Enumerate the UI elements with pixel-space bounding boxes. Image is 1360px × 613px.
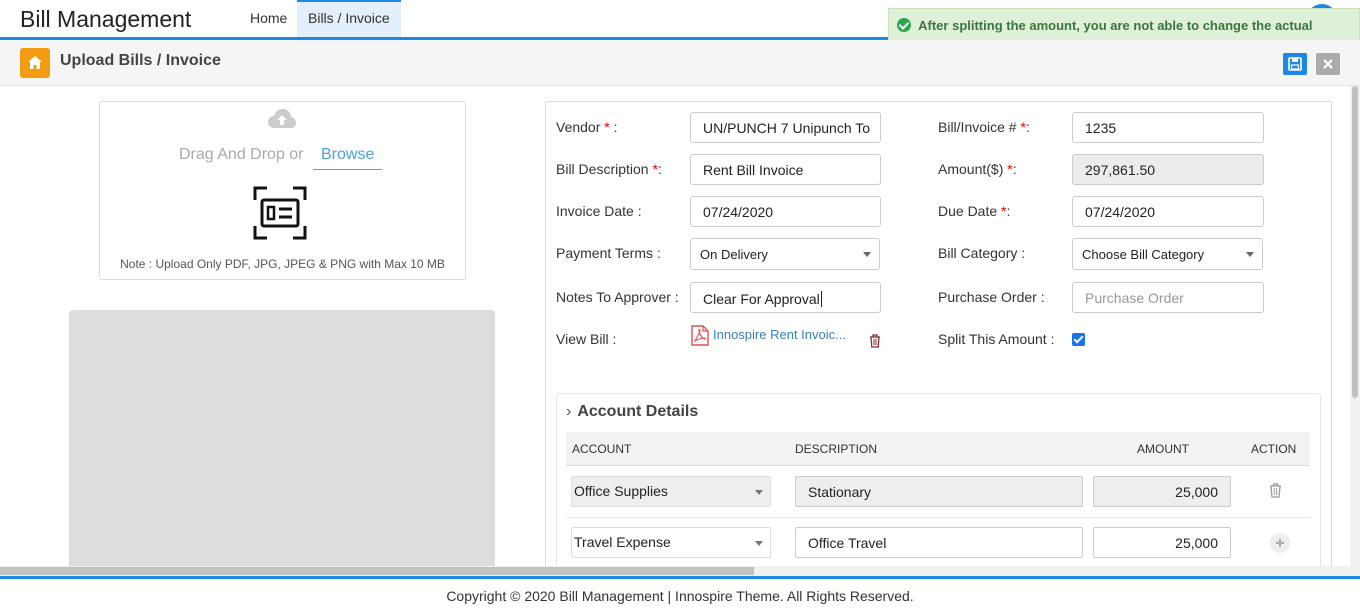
vertical-scrollbar[interactable] — [1350, 86, 1360, 566]
bill-category-select[interactable]: Choose Bill Category — [1072, 238, 1263, 270]
vertical-scroll-thumb[interactable] — [1352, 86, 1358, 398]
description-field[interactable]: Office Travel — [795, 527, 1083, 558]
amount-field[interactable]: 297,861.50 — [1072, 154, 1264, 185]
amount-field[interactable]: 25,000 — [1093, 527, 1231, 558]
bill-category-label: Bill Category : — [938, 245, 1026, 261]
bill-category-value: Choose Bill Category — [1082, 247, 1205, 262]
view-bill-label: View Bill : — [556, 331, 617, 347]
bill-number-label: Bill/Invoice # *: — [938, 119, 1030, 135]
pdf-file-icon — [691, 325, 709, 346]
column-action: ACTION — [1251, 442, 1297, 456]
bill-preview — [69, 310, 495, 570]
account-value: Travel Expense — [574, 534, 671, 550]
due-date-label: Due Date *: — [938, 203, 1011, 219]
bill-description-field[interactable]: Rent Bill Invoice — [690, 154, 881, 185]
chevron-down-icon — [863, 252, 871, 257]
description-field[interactable]: Stationary — [795, 476, 1083, 507]
invoice-date-field[interactable]: 07/24/2020 — [690, 196, 881, 227]
page-title: Upload Bills / Invoice — [60, 52, 221, 69]
split-amount-label: Split This Amount : — [938, 331, 1055, 347]
due-date-field[interactable]: 07/24/2020 — [1072, 196, 1264, 227]
horizontal-scroll-thumb[interactable] — [0, 567, 754, 575]
column-account: ACCOUNT — [572, 442, 632, 456]
drag-drop-text: Drag And Drop or — [179, 146, 304, 163]
success-toast: After splitting the amount, you are not … — [888, 8, 1360, 67]
close-icon — [1323, 59, 1333, 69]
bill-description-label: Bill Description *: — [556, 161, 662, 177]
horizontal-scrollbar[interactable] — [0, 566, 1360, 576]
notes-label: Notes To Approver : — [556, 289, 679, 305]
nav-bills-invoice[interactable]: Bills / Invoice — [297, 0, 401, 37]
page-header: Upload Bills / Invoice — [0, 40, 1360, 86]
account-details-toggle[interactable]: › Account Details — [566, 403, 698, 421]
upload-dropzone[interactable]: Drag And Drop or Browse Note : Upload On… — [99, 101, 466, 280]
purchase-order-label: Purchase Order : — [938, 289, 1045, 305]
nav-home[interactable]: Home — [239, 0, 298, 37]
notes-value: Clear For Approval — [703, 291, 820, 307]
amount-field[interactable]: 25,000 — [1093, 476, 1231, 507]
invoice-date-label: Invoice Date : — [556, 203, 642, 219]
home-icon — [28, 56, 42, 69]
chevron-down-icon — [755, 541, 763, 546]
payment-terms-label: Payment Terms : — [556, 245, 661, 261]
cloud-upload-icon — [268, 109, 296, 128]
bill-file-name: Innospire Rent Invoic... — [713, 327, 846, 342]
app-title: Bill Management — [20, 6, 192, 32]
account-select[interactable]: Office Supplies — [571, 476, 771, 507]
bill-number-field[interactable]: 1235 — [1072, 112, 1264, 143]
delete-row-icon[interactable] — [1269, 483, 1282, 498]
payment-terms-select[interactable]: On Delivery — [690, 238, 880, 270]
chevron-down-icon — [1246, 252, 1254, 257]
upload-note: Note : Upload Only PDF, JPG, JPEG & PNG … — [120, 257, 445, 271]
delete-file-icon[interactable] — [869, 334, 881, 348]
save-button[interactable] — [1283, 53, 1307, 75]
text-cursor — [820, 291, 822, 307]
payment-terms-value: On Delivery — [700, 247, 768, 262]
column-amount: AMOUNT — [1137, 442, 1189, 456]
notes-field[interactable]: Clear For Approval — [690, 282, 881, 313]
close-button[interactable] — [1316, 53, 1340, 75]
row-divider — [566, 517, 1310, 518]
vendor-field[interactable]: UN/PUNCH 7 Unipunch To — [690, 112, 881, 143]
save-icon — [1288, 57, 1302, 71]
account-table-header: ACCOUNT DESCRIPTION AMOUNT ACTION — [566, 432, 1310, 466]
home-button[interactable] — [20, 48, 50, 78]
amount-label: Amount($) *: — [938, 161, 1017, 177]
scan-document-icon — [253, 186, 307, 240]
add-row-icon[interactable] — [1270, 533, 1290, 553]
chevron-down-icon — [755, 490, 763, 495]
chevron-right-icon: › — [566, 403, 572, 420]
column-description: DESCRIPTION — [795, 442, 878, 456]
account-details-title: Account Details — [577, 403, 699, 420]
split-amount-checkbox[interactable] — [1072, 333, 1085, 346]
vendor-label: Vendor * : — [556, 119, 618, 135]
account-value: Office Supplies — [574, 483, 668, 499]
browse-link[interactable]: Browse — [313, 142, 383, 170]
account-select[interactable]: Travel Expense — [571, 527, 771, 558]
footer: Copyright © 2020 Bill Management | Innos… — [0, 576, 1360, 613]
check-circle-icon — [897, 18, 911, 32]
purchase-order-field[interactable]: Purchase Order — [1072, 282, 1264, 313]
